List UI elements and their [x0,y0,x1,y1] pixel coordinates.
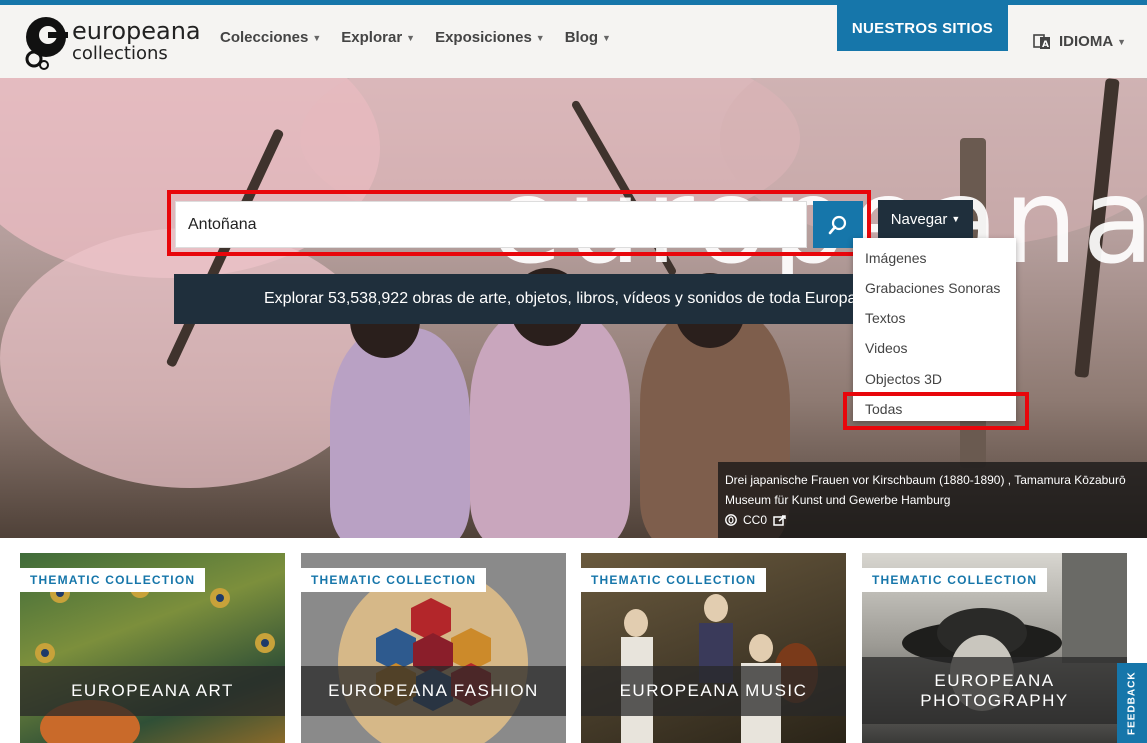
language-selector[interactable]: A IDIOMA ▼ [1033,33,1126,50]
chevron-down-icon: ▼ [406,32,416,43]
navegar-label: Navegar [890,210,948,228]
menu-item-imagenes[interactable]: Imágenes [865,250,926,266]
chevron-down-icon: ▼ [602,32,611,43]
image-caption: Drei japanische Frauen vor Kirschbaum (1… [718,462,1147,538]
explore-text: Explorar 53,538,922 obras de arte, objet… [264,290,853,307]
share-icon[interactable] [773,514,787,526]
card-europeana-art[interactable]: THEMATIC COLLECTION EUROPEANA ART [20,553,285,743]
nav-colecciones-label: Colecciones [220,29,309,46]
logo-subtitle: collections [72,43,168,64]
menu-item-textos[interactable]: Textos [865,310,905,326]
europeana-logo-mark-icon [25,17,68,70]
europeana-logo[interactable]: europeana collections [22,13,201,73]
todas-highlight-outline [843,392,1029,430]
nav-colecciones[interactable]: Colecciones ▼ [220,29,321,46]
site-header: europeana collections Colecciones ▼ Explo… [0,5,1147,78]
feedback-tab[interactable]: FEEDBACK [1117,663,1147,743]
nav-blog-label: Blog [564,29,599,46]
card-tag: THEMATIC COLLECTION [20,568,206,592]
card-title: EUROPEANA PHOTOGRAPHY [862,657,1127,724]
search-icon [828,215,847,234]
nuestros-sitios-button[interactable]: NUESTROS SITIOS [837,5,1008,51]
card-tag: THEMATIC COLLECTION [581,568,767,592]
menu-item-objectos-3d[interactable]: Objectos 3D [865,371,942,387]
card-europeana-photography[interactable]: THEMATIC COLLECTION EUROPEANA PHOTOGRAPH… [862,553,1127,743]
hero-banner: europeana Antoñana Navegar ▼ Imágenes Gr… [0,78,1147,538]
main-nav: Colecciones ▼ Explorar ▼ Exposiciones ▼ Blo… [220,29,631,46]
navegar-button[interactable]: Navegar ▼ [878,200,973,238]
logo-title: europeana [72,17,201,45]
cc0-icon [725,514,737,526]
card-europeana-fashion[interactable]: THEMATIC COLLECTION EUROPEANA FASHION [301,553,566,743]
card-tag: THEMATIC COLLECTION [862,568,1048,592]
card-title: EUROPEANA FASHION [301,666,566,716]
card-tag: THEMATIC COLLECTION [301,568,487,592]
chevron-down-icon: ▼ [1117,36,1127,47]
caption-title[interactable]: Drei japanische Frauen vor Kirschbaum (1… [725,470,1140,490]
nav-exposiciones-label: Exposiciones [435,29,532,46]
nav-exposiciones[interactable]: Exposiciones ▼ [435,29,545,46]
menu-item-videos[interactable]: Videos [865,340,908,356]
nav-blog[interactable]: Blog ▼ [565,29,611,46]
card-europeana-music[interactable]: THEMATIC COLLECTION EUROPEANA MUSIC [581,553,846,743]
card-title: EUROPEANA ART [20,666,285,716]
caption-institution[interactable]: Museum für Kunst und Gewerbe Hamburg [725,490,1140,510]
chevron-down-icon: ▼ [951,214,961,224]
menu-item-grabaciones-sonoras[interactable]: Grabaciones Sonoras [865,280,1000,296]
license-label[interactable]: CC0 [743,510,767,530]
explore-banner: Explorar 53,538,922 obras de arte, objet… [174,274,853,324]
language-label: IDIOMA [1059,33,1114,50]
search-input[interactable]: Antoñana [175,201,807,248]
chevron-down-icon: ▼ [535,32,545,43]
caption-rights: CC0 [725,510,1140,530]
translate-icon: A [1033,33,1050,50]
nav-explorar-label: Explorar [341,29,403,46]
chevron-down-icon: ▼ [312,32,322,43]
card-title: EUROPEANA MUSIC [581,666,846,716]
nav-explorar[interactable]: Explorar ▼ [341,29,415,46]
svg-text:A: A [1042,40,1049,50]
